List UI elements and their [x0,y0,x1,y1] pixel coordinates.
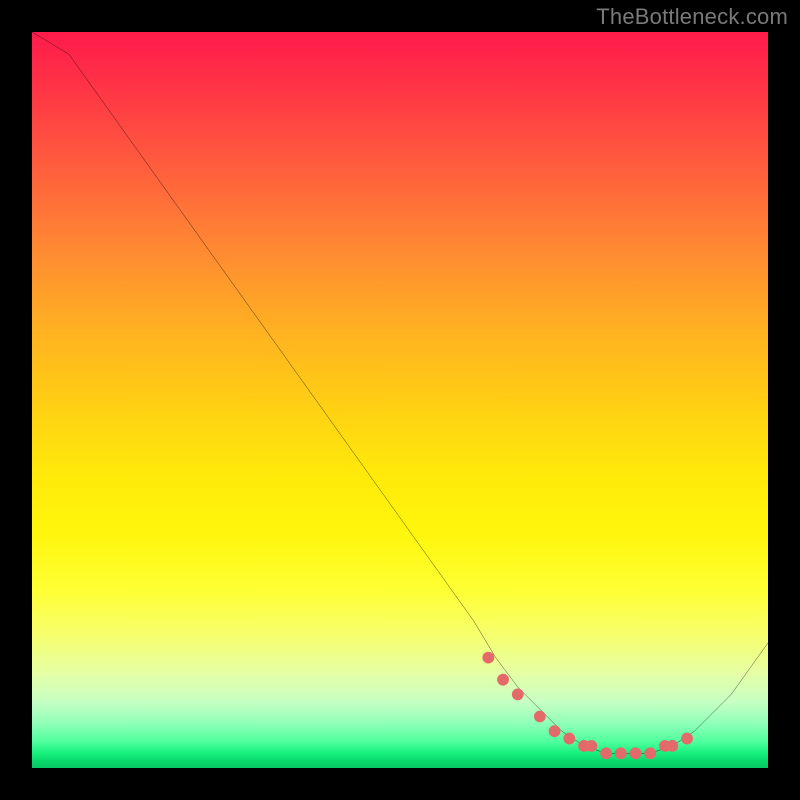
curve-marker [644,747,656,759]
curve-marker [585,740,597,752]
chart-svg [32,32,768,768]
curve-marker [482,652,494,664]
curve-marker [534,711,546,723]
watermark-text: TheBottleneck.com [596,4,788,30]
curve-line [32,32,768,753]
chart-frame: TheBottleneck.com [0,0,800,800]
marker-group [482,652,692,759]
curve-marker [630,747,642,759]
curve-marker [681,733,693,745]
curve-marker [600,747,612,759]
curve-marker [549,725,561,737]
curve-marker [666,740,678,752]
curve-marker [512,689,524,701]
curve-marker [563,733,575,745]
curve-marker [497,674,509,686]
plot-area [32,32,768,768]
curve-marker [615,747,627,759]
